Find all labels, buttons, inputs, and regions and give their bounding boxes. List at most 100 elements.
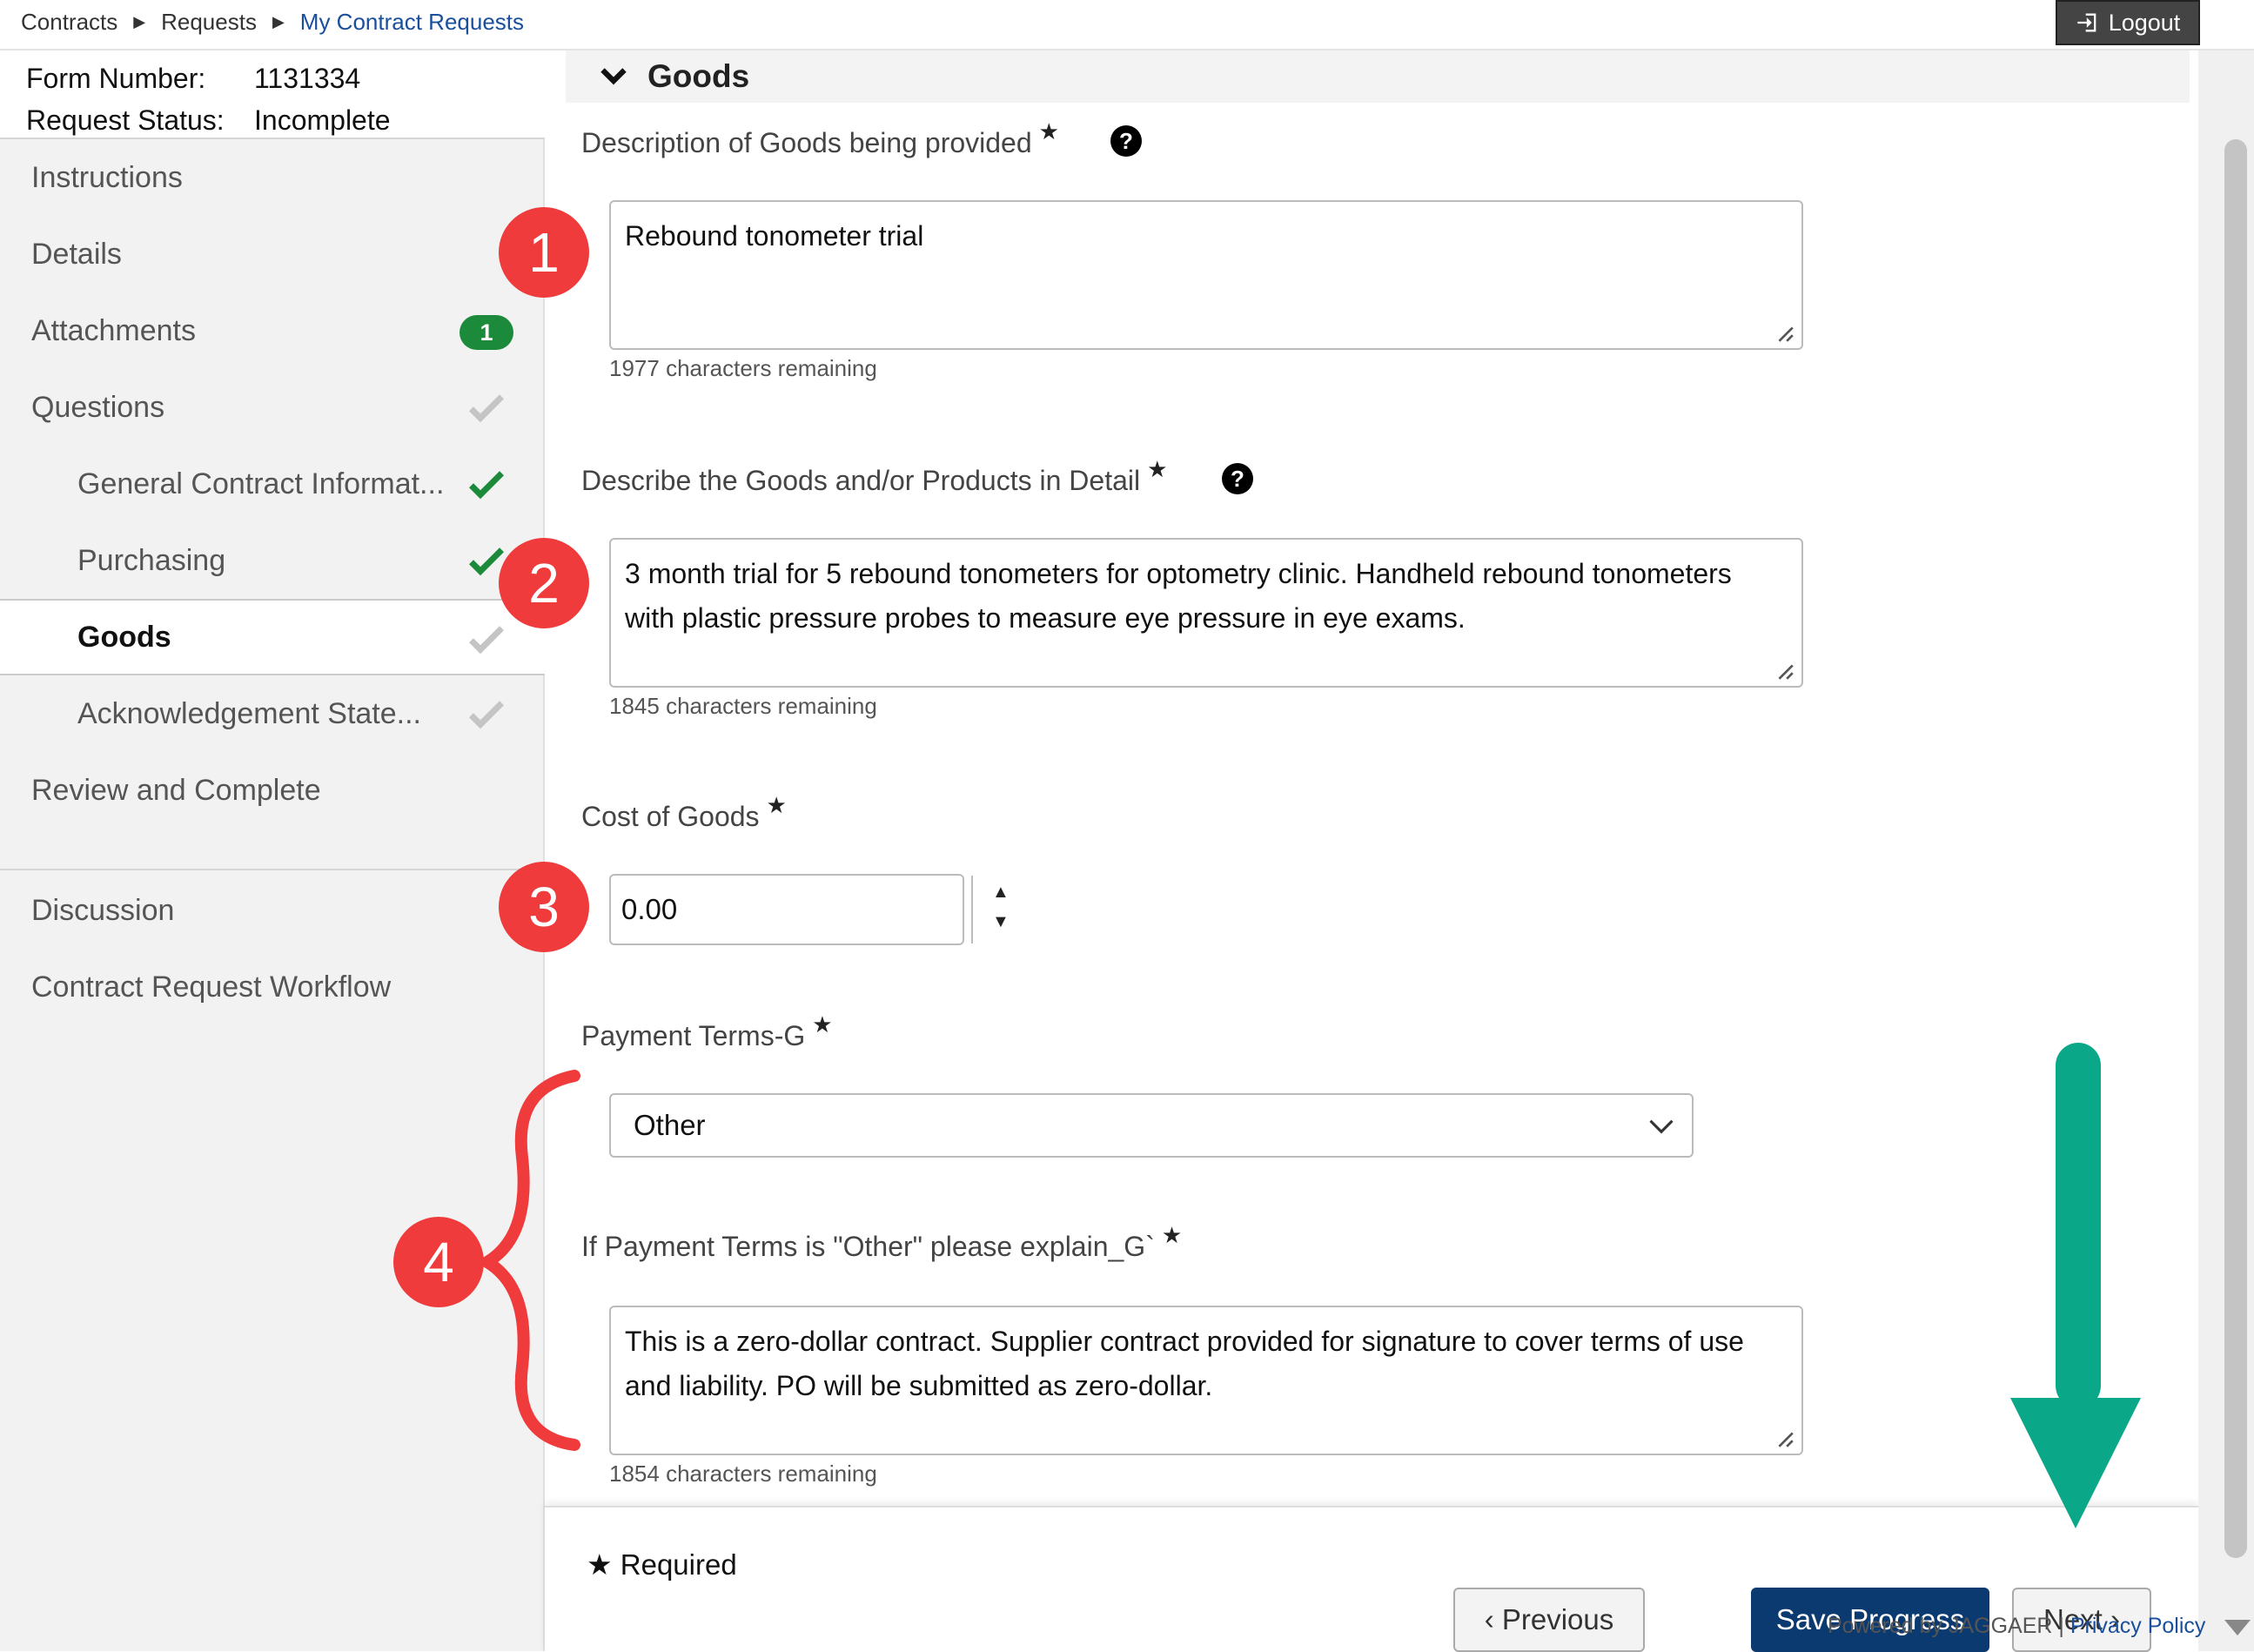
sidebar: Form Number: 1131334 Request Status: Incom… bbox=[0, 50, 545, 1651]
required-star-icon: ★ bbox=[812, 1011, 833, 1038]
sidebar-item-label: Acknowledgement State... bbox=[77, 696, 422, 730]
sidebar-item-label: General Contract Informat... bbox=[77, 467, 445, 500]
logout-label: Logout bbox=[2108, 9, 2181, 36]
required-note-text: Required bbox=[620, 1548, 737, 1581]
request-status-value: Incomplete bbox=[254, 104, 391, 136]
form-info: Form Number: 1131334 Request Status: Incom… bbox=[0, 50, 545, 139]
powered-by: Powered by JAGGAER | Privacy Policy bbox=[1828, 1614, 2205, 1639]
sidebar-item-questions[interactable]: Questions bbox=[0, 369, 545, 446]
grey-check-icon bbox=[469, 701, 504, 729]
breadcrumb: Contracts ▶ Requests ▶ My Contract Reque… bbox=[21, 9, 524, 36]
detail-label-text: Describe the Goods and/or Products in De… bbox=[581, 465, 1141, 496]
description-value: Rebound tonometer trial bbox=[625, 220, 924, 252]
cost-number-input[interactable]: 0.00 ▲ ▼ bbox=[609, 874, 1010, 945]
required-star-icon: ★ bbox=[1147, 456, 1168, 482]
breadcrumb-requests[interactable]: Requests bbox=[161, 9, 257, 36]
chevron-down-icon bbox=[600, 68, 627, 85]
sidebar-item-purchasing[interactable]: Purchasing bbox=[0, 522, 545, 599]
previous-button[interactable]: ‹ Previous bbox=[1453, 1588, 1645, 1652]
sidebar-item-goods[interactable]: Goods bbox=[0, 599, 545, 675]
breadcrumb-my-contract-requests[interactable]: My Contract Requests bbox=[300, 9, 524, 36]
cost-field-label: Cost of Goods ★ bbox=[581, 792, 787, 833]
section-title: Goods bbox=[647, 58, 750, 94]
spinner-down-icon[interactable]: ▼ bbox=[992, 912, 1010, 932]
green-check-icon bbox=[469, 471, 504, 500]
required-star-icon: ★ bbox=[587, 1548, 613, 1581]
sidebar-item-discussion[interactable]: Discussion bbox=[0, 872, 545, 949]
sidebar-item-label: Instructions bbox=[31, 160, 183, 194]
description-textarea[interactable]: Rebound tonometer trial bbox=[609, 200, 1803, 350]
payment-terms-label-text: Payment Terms-G bbox=[581, 1020, 806, 1051]
sidebar-item-label: Contract Request Workflow bbox=[31, 970, 392, 1004]
breadcrumb-separator-icon: ▶ bbox=[272, 13, 285, 30]
required-star-icon: ★ bbox=[766, 792, 787, 818]
other-explain-textarea[interactable]: This is a zero-dollar contract. Supplier… bbox=[609, 1306, 1803, 1455]
resize-grip-icon[interactable] bbox=[1775, 1429, 1794, 1448]
description-field-label: Description of Goods being provided ★ bbox=[581, 118, 1059, 159]
request-status-label: Request Status: bbox=[26, 104, 225, 136]
description-label-text: Description of Goods being provided bbox=[581, 127, 1032, 158]
detail-value: 3 month trial for 5 rebound tonometers f… bbox=[625, 558, 1732, 634]
annotation-marker-2: 2 bbox=[499, 538, 589, 628]
chevron-down-icon bbox=[1649, 1119, 1674, 1134]
sidebar-item-review-and-complete[interactable]: Review and Complete bbox=[0, 752, 545, 829]
grey-check-icon bbox=[469, 626, 504, 655]
sidebar-item-label: Review and Complete bbox=[31, 773, 321, 807]
annotation-marker-3: 3 bbox=[499, 862, 589, 952]
sidebar-item-label: Purchasing bbox=[77, 543, 226, 577]
cost-value: 0.00 bbox=[621, 893, 678, 925]
cost-spinner bbox=[971, 876, 973, 944]
sidebar-item-general-contract-information[interactable]: General Contract Informat... bbox=[0, 446, 545, 522]
sidebar-divider bbox=[0, 869, 545, 870]
payment-terms-value: Other bbox=[634, 1109, 706, 1141]
breadcrumb-contracts[interactable]: Contracts bbox=[21, 9, 117, 36]
resize-grip-icon[interactable] bbox=[1775, 324, 1794, 343]
resize-grip-icon[interactable] bbox=[1775, 661, 1794, 681]
logout-icon bbox=[2077, 13, 2096, 32]
sidebar-item-label: Details bbox=[31, 237, 122, 271]
sidebar-item-label: Questions bbox=[31, 390, 165, 424]
sidebar-item-label: Goods bbox=[77, 620, 171, 654]
cost-label-text: Cost of Goods bbox=[581, 801, 760, 832]
form-number-value: 1131334 bbox=[254, 63, 361, 94]
form-number-row: Form Number: 1131334 bbox=[26, 63, 360, 95]
main-content: Goods Description of Goods being provide… bbox=[545, 50, 2198, 1652]
sidebar-item-acknowledgement-statement[interactable]: Acknowledgement State... bbox=[0, 675, 545, 752]
help-icon[interactable]: ? bbox=[1222, 463, 1253, 494]
other-explain-label-text: If Payment Terms is "Other" please expla… bbox=[581, 1231, 1155, 1262]
annotation-marker-1: 1 bbox=[499, 207, 589, 298]
payment-terms-field-label: Payment Terms-G ★ bbox=[581, 1011, 833, 1052]
required-star-icon: ★ bbox=[1161, 1222, 1183, 1248]
detail-field-label: Describe the Goods and/or Products in De… bbox=[581, 456, 1167, 497]
other-explain-field-label: If Payment Terms is "Other" please expla… bbox=[581, 1222, 1182, 1263]
sidebar-item-instructions[interactable]: Instructions bbox=[0, 139, 545, 216]
other-explain-value: This is a zero-dollar contract. Supplier… bbox=[625, 1326, 1744, 1401]
required-note: ★ Required bbox=[587, 1548, 737, 1581]
payment-terms-select[interactable]: Other bbox=[609, 1093, 1694, 1158]
grey-check-icon bbox=[469, 394, 504, 423]
form-number-label: Form Number: bbox=[26, 63, 206, 94]
help-icon[interactable]: ? bbox=[1110, 125, 1142, 157]
logout-button[interactable]: Logout bbox=[2056, 0, 2200, 45]
annotation-marker-4: 4 bbox=[393, 1217, 484, 1307]
sidebar-item-label: Discussion bbox=[31, 893, 175, 927]
top-bar: Contracts ▶ Requests ▶ My Contract Reque… bbox=[0, 0, 2254, 50]
required-star-icon: ★ bbox=[1038, 118, 1059, 144]
section-header-goods[interactable]: Goods bbox=[566, 50, 2190, 103]
sidebar-item-details[interactable]: Details bbox=[0, 216, 545, 292]
spinner-up-icon[interactable]: ▲ bbox=[992, 883, 1010, 903]
detail-textarea[interactable]: 3 month trial for 5 rebound tonometers f… bbox=[609, 538, 1803, 688]
scroll-down-icon[interactable] bbox=[2224, 1619, 2251, 1636]
request-status-row: Request Status: Incomplete bbox=[26, 104, 391, 137]
scrollbar-thumb[interactable] bbox=[2224, 139, 2247, 1558]
description-characters-remaining: 1977 characters remaining bbox=[609, 355, 877, 381]
other-explain-characters-remaining: 1854 characters remaining bbox=[609, 1461, 877, 1487]
breadcrumb-separator-icon: ▶ bbox=[133, 13, 146, 30]
sidebar-item-contract-request-workflow[interactable]: Contract Request Workflow bbox=[0, 949, 545, 1025]
detail-characters-remaining: 1845 characters remaining bbox=[609, 693, 877, 719]
sidebar-item-label: Attachments bbox=[31, 313, 196, 347]
powered-by-text: Powered by JAGGAER | bbox=[1828, 1614, 2064, 1638]
sidebar-item-attachments[interactable]: Attachments 1 bbox=[0, 292, 545, 369]
attachments-count-badge: 1 bbox=[460, 315, 513, 350]
privacy-policy-link[interactable]: Privacy Policy bbox=[2070, 1614, 2206, 1638]
